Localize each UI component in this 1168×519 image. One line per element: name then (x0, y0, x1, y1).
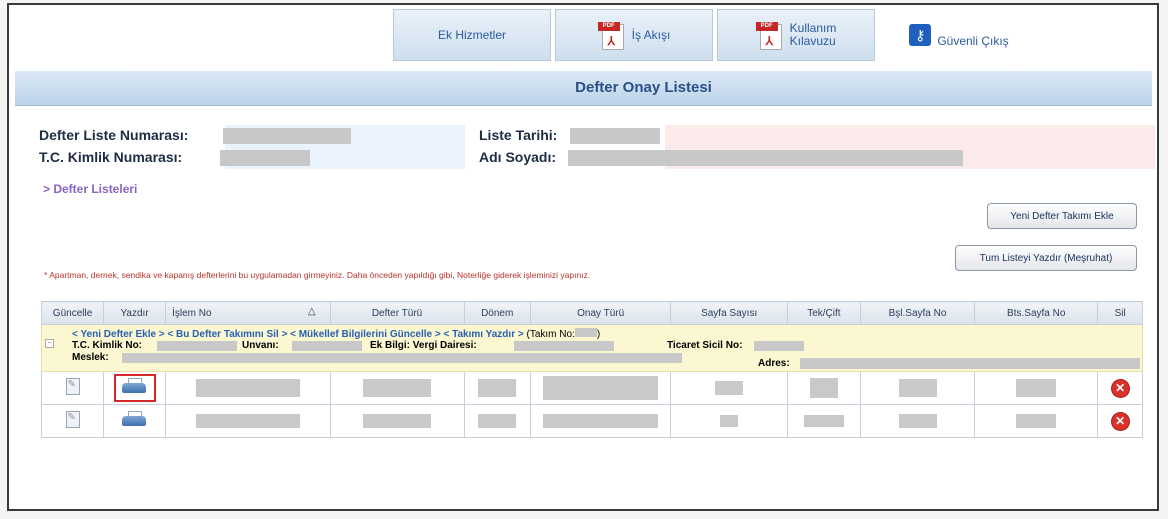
top-navigation: Ek Hizmetler PDF ⅄ İş Akışı PDF ⅄ Kullanım… (393, 9, 1039, 63)
col-tek-cift[interactable]: Tek/Çift (786, 301, 861, 325)
delete-cell[interactable]: ✕ (1097, 404, 1143, 438)
nav-is-akisi[interactable]: PDF ⅄ İş Akışı (555, 9, 713, 61)
col-sil[interactable]: Sil (1097, 301, 1143, 325)
defter-liste-numarasi-label: Defter Liste Numarası: (39, 127, 189, 143)
nav-guvenli-cikis-label: Güvenli Çıkış (937, 34, 1009, 48)
collapse-icon[interactable]: − (45, 339, 54, 348)
delete-icon[interactable]: ✕ (1111, 412, 1129, 430)
adi-soyadi-label: Adı Soyadı: (479, 149, 557, 165)
pdf-icon: PDF ⅄ (755, 20, 784, 50)
tum-listeyi-yazdir-button[interactable]: Tum Listeyi Yazdır (Meşruhat) (955, 245, 1137, 271)
nav-is-akisi-label: İş Akışı (631, 28, 671, 42)
nav-kullanim-kilavuzu[interactable]: PDF ⅄ Kullanım Kılavuzu (717, 9, 875, 61)
col-defter-turu[interactable]: Defter Türü (329, 301, 465, 325)
adres-label: Adres: (758, 358, 790, 369)
edit-cell[interactable] (40, 371, 105, 405)
key-icon: ⚷ (909, 24, 932, 46)
mukellef-guncelle-link[interactable]: < Mükellef Bilgilerini Güncelle > (290, 329, 441, 340)
table-row: ✕ (40, 404, 1143, 438)
col-bsl-sayfa-no[interactable]: Bşl.Sayfa No (859, 301, 976, 325)
vergi-dairesi-label: Ek Bilgi: Vergi Dairesi: (370, 340, 477, 351)
col-islem-no-label: İşlem No (172, 307, 212, 319)
ticaret-sicil-label: Ticaret Sicil No: (667, 340, 743, 351)
nav-ek-hizmetler-label: Ek Hizmetler (437, 28, 506, 42)
tc-kimlik-no-label: T.C. Kimlik No: (72, 340, 143, 351)
col-onay-turu[interactable]: Onay Türü (529, 301, 672, 325)
takim-no-label: (Takım No: (526, 329, 575, 340)
col-yazdir[interactable]: Yazdır (103, 301, 167, 325)
col-islem-no[interactable]: İşlem No △ (165, 301, 331, 325)
nav-kullanim-label-line2: Kılavuzu (789, 34, 836, 48)
nav-ek-hizmetler[interactable]: Ek Hizmetler (393, 9, 551, 61)
yeni-defter-ekle-link[interactable]: < Yeni Defter Ekle > (72, 329, 165, 340)
app-frame: Ek Hizmetler PDF ⅄ İş Akışı PDF ⅄ Kullanım… (7, 3, 1159, 511)
adi-soyadi-value (568, 150, 963, 166)
delete-icon[interactable]: ✕ (1111, 379, 1129, 397)
page-title: Defter Onay Listesi (575, 79, 712, 96)
tc-kimlik-label: T.C. Kimlik Numarası: (39, 149, 183, 165)
defter-liste-numarasi-value (223, 128, 351, 144)
print-cell[interactable] (103, 404, 167, 438)
print-cell[interactable] (103, 371, 167, 405)
printer-icon[interactable] (121, 411, 148, 428)
edit-icon[interactable] (65, 411, 80, 428)
info-panel: Defter Liste Numarası: Liste Tarihi: T.C… (25, 125, 1155, 169)
nav-guvenli-cikis[interactable]: ⚷ Güvenli Çıkış (879, 9, 1039, 61)
group-row: − < Yeni Defter Ekle > < Bu Defter Takım… (41, 324, 1143, 372)
pdf-icon: PDF ⅄ (597, 20, 626, 50)
edit-cell[interactable] (40, 404, 105, 438)
tc-kimlik-value (220, 150, 310, 166)
col-guncelle[interactable]: Güncelle (40, 301, 105, 325)
table-header-row: Güncelle Yazdır İşlem No △ Defter Türü D… (40, 301, 1143, 325)
info-row-1: Defter Liste Numarası: Liste Tarihi: (25, 125, 1135, 147)
col-bts-sayfa-no[interactable]: Bts.Sayfa No (974, 301, 1099, 325)
col-donem[interactable]: Dönem (463, 301, 531, 325)
meslek-label: Meslek: (72, 352, 109, 363)
delete-cell[interactable]: ✕ (1097, 371, 1143, 405)
info-row-2: T.C. Kimlik Numarası: Adı Soyadı: (25, 147, 1135, 169)
col-sayfa-sayisi[interactable]: Sayfa Sayısı (670, 301, 788, 325)
table-row: ✕ (40, 371, 1143, 405)
printer-icon[interactable] (121, 378, 148, 395)
liste-tarihi-label: Liste Tarihi: (479, 127, 558, 143)
takimi-yazdir-link[interactable]: < Takımı Yazdır > (443, 329, 523, 340)
highlight-box (113, 374, 156, 402)
edit-icon[interactable] (65, 378, 80, 395)
warning-text: * Apartman, dernek, sendika ve kapanış d… (44, 270, 591, 280)
breadcrumb[interactable]: > Defter Listeleri (43, 182, 137, 196)
yeni-defter-takimi-ekle-button[interactable]: Yeni Defter Takımı Ekle (987, 203, 1137, 229)
liste-tarihi-value (570, 128, 660, 144)
takimi-sil-link[interactable]: < Bu Defter Takımını Sil > (167, 329, 287, 340)
page-title-bar: Defter Onay Listesi (15, 71, 1152, 106)
unvan-label: Unvanı: (242, 340, 279, 351)
defter-table: Güncelle Yazdır İşlem No △ Defter Türü D… (40, 301, 1143, 438)
sort-icon[interactable]: △ (308, 306, 316, 317)
